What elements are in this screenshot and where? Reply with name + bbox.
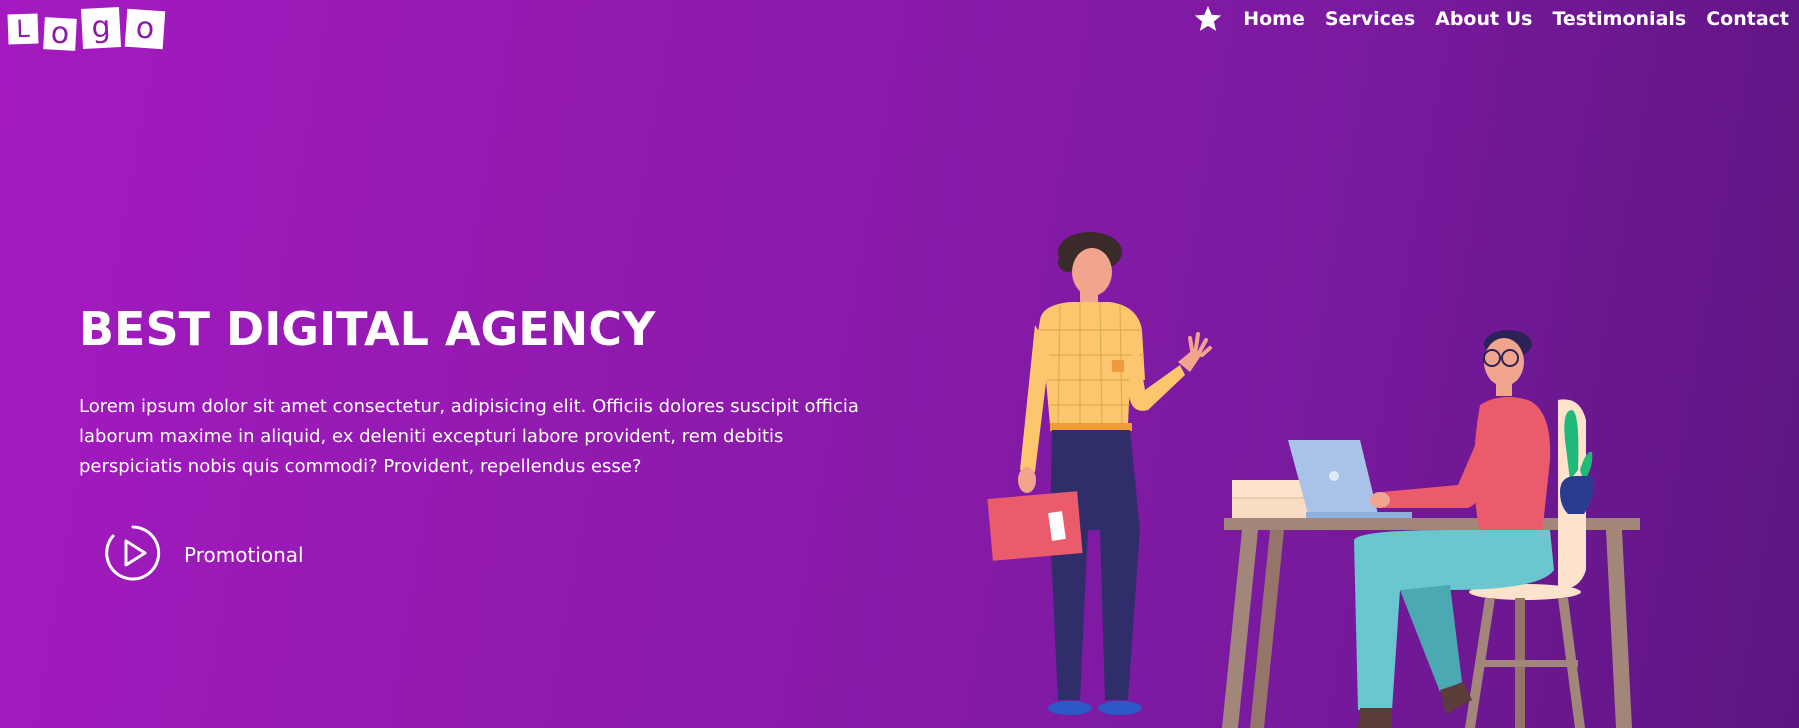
play-circle-icon[interactable]	[104, 524, 162, 586]
logo-letter-2: o	[43, 16, 77, 51]
promotional-button[interactable]: Promotional	[104, 524, 304, 586]
nav-about-us[interactable]: About Us	[1435, 8, 1532, 30]
star-icon[interactable]	[1193, 4, 1223, 34]
nav-services[interactable]: Services	[1325, 8, 1415, 30]
logo[interactable]: L o g o	[7, 7, 166, 51]
office-illustration	[987, 232, 1640, 728]
hero-description: Lorem ipsum dolor sit amet consectetur, …	[79, 396, 859, 477]
nav-testimonials[interactable]: Testimonials	[1552, 8, 1686, 30]
logo-letter-3: g	[80, 7, 122, 49]
nav-contact[interactable]: Contact	[1706, 8, 1789, 30]
logo-letter-1: L	[7, 13, 39, 45]
hero-title: BEST DIGITAL AGENCY	[79, 302, 656, 356]
promotional-label: Promotional	[184, 543, 304, 567]
nav-home[interactable]: Home	[1243, 8, 1305, 30]
logo-letter-4: o	[124, 8, 166, 50]
landing-page: L o g o Home Services About Us Testimoni…	[0, 0, 1799, 728]
main-nav: Home Services About Us Testimonials Cont…	[1193, 4, 1789, 34]
standing-man-figure	[987, 232, 1212, 715]
